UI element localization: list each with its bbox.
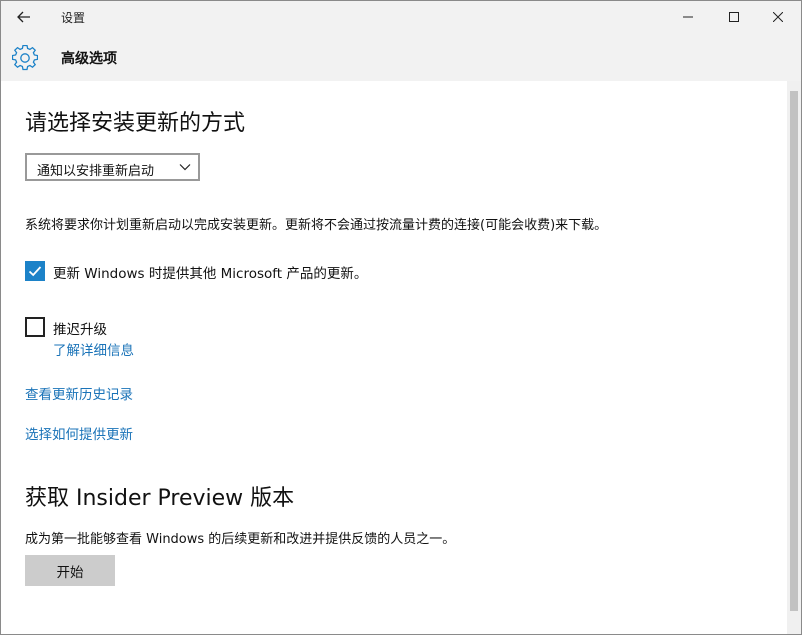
scrollbar-thumb[interactable] xyxy=(790,91,798,611)
checkmark-icon xyxy=(28,266,42,277)
back-arrow-icon xyxy=(17,11,30,23)
minimize-button[interactable] xyxy=(665,1,711,33)
ms-products-label: 更新 Windows 时提供其他 Microsoft 产品的更新。 xyxy=(53,266,368,282)
insider-start-button[interactable]: 开始 xyxy=(25,555,115,586)
update-history-link[interactable]: 查看更新历史记录 xyxy=(25,383,133,403)
back-button[interactable] xyxy=(1,1,47,33)
minimize-icon xyxy=(683,16,693,18)
restart-mode-dropdown[interactable]: 通知以安排重新启动 xyxy=(25,153,200,181)
update-method-heading: 请选择安装更新的方式 xyxy=(25,111,246,136)
defer-upgrade-label: 推迟升级 xyxy=(53,322,107,338)
learn-more-link[interactable]: 了解详细信息 xyxy=(53,339,134,359)
close-icon xyxy=(773,12,783,22)
vertical-scrollbar[interactable] xyxy=(787,81,801,634)
insider-heading: 获取 Insider Preview 版本 xyxy=(25,486,295,511)
maximize-icon xyxy=(729,12,739,22)
defer-upgrade-checkbox[interactable] xyxy=(25,317,45,337)
gear-icon xyxy=(12,45,38,71)
title-bar: 设置 xyxy=(1,1,801,33)
page-header: 高级选项 xyxy=(1,33,801,81)
close-button[interactable] xyxy=(755,1,801,33)
maximize-button[interactable] xyxy=(711,1,757,33)
page-title: 高级选项 xyxy=(61,51,117,67)
update-method-description: 系统将要求你计划重新启动以完成安装更新。更新将不会通过按流量计费的连接(可能会收… xyxy=(25,218,608,233)
dropdown-selected-value: 通知以安排重新启动 xyxy=(37,164,155,179)
chevron-down-icon xyxy=(179,164,191,171)
content-area: 请选择安装更新的方式 通知以安排重新启动 系统将要求你计划重新启动以完成安装更新… xyxy=(1,81,787,634)
delivery-optimization-link[interactable]: 选择如何提供更新 xyxy=(25,423,133,443)
window-title: 设置 xyxy=(61,11,86,25)
ms-products-checkbox[interactable] xyxy=(25,261,45,281)
settings-window: 设置 高级选项 请选择安装更新的方式 通知以安排重新启动 系统将要求你计划重新启… xyxy=(0,0,802,635)
insider-description: 成为第一批能够查看 Windows 的后续更新和改进并提供反馈的人员之一。 xyxy=(25,532,456,547)
